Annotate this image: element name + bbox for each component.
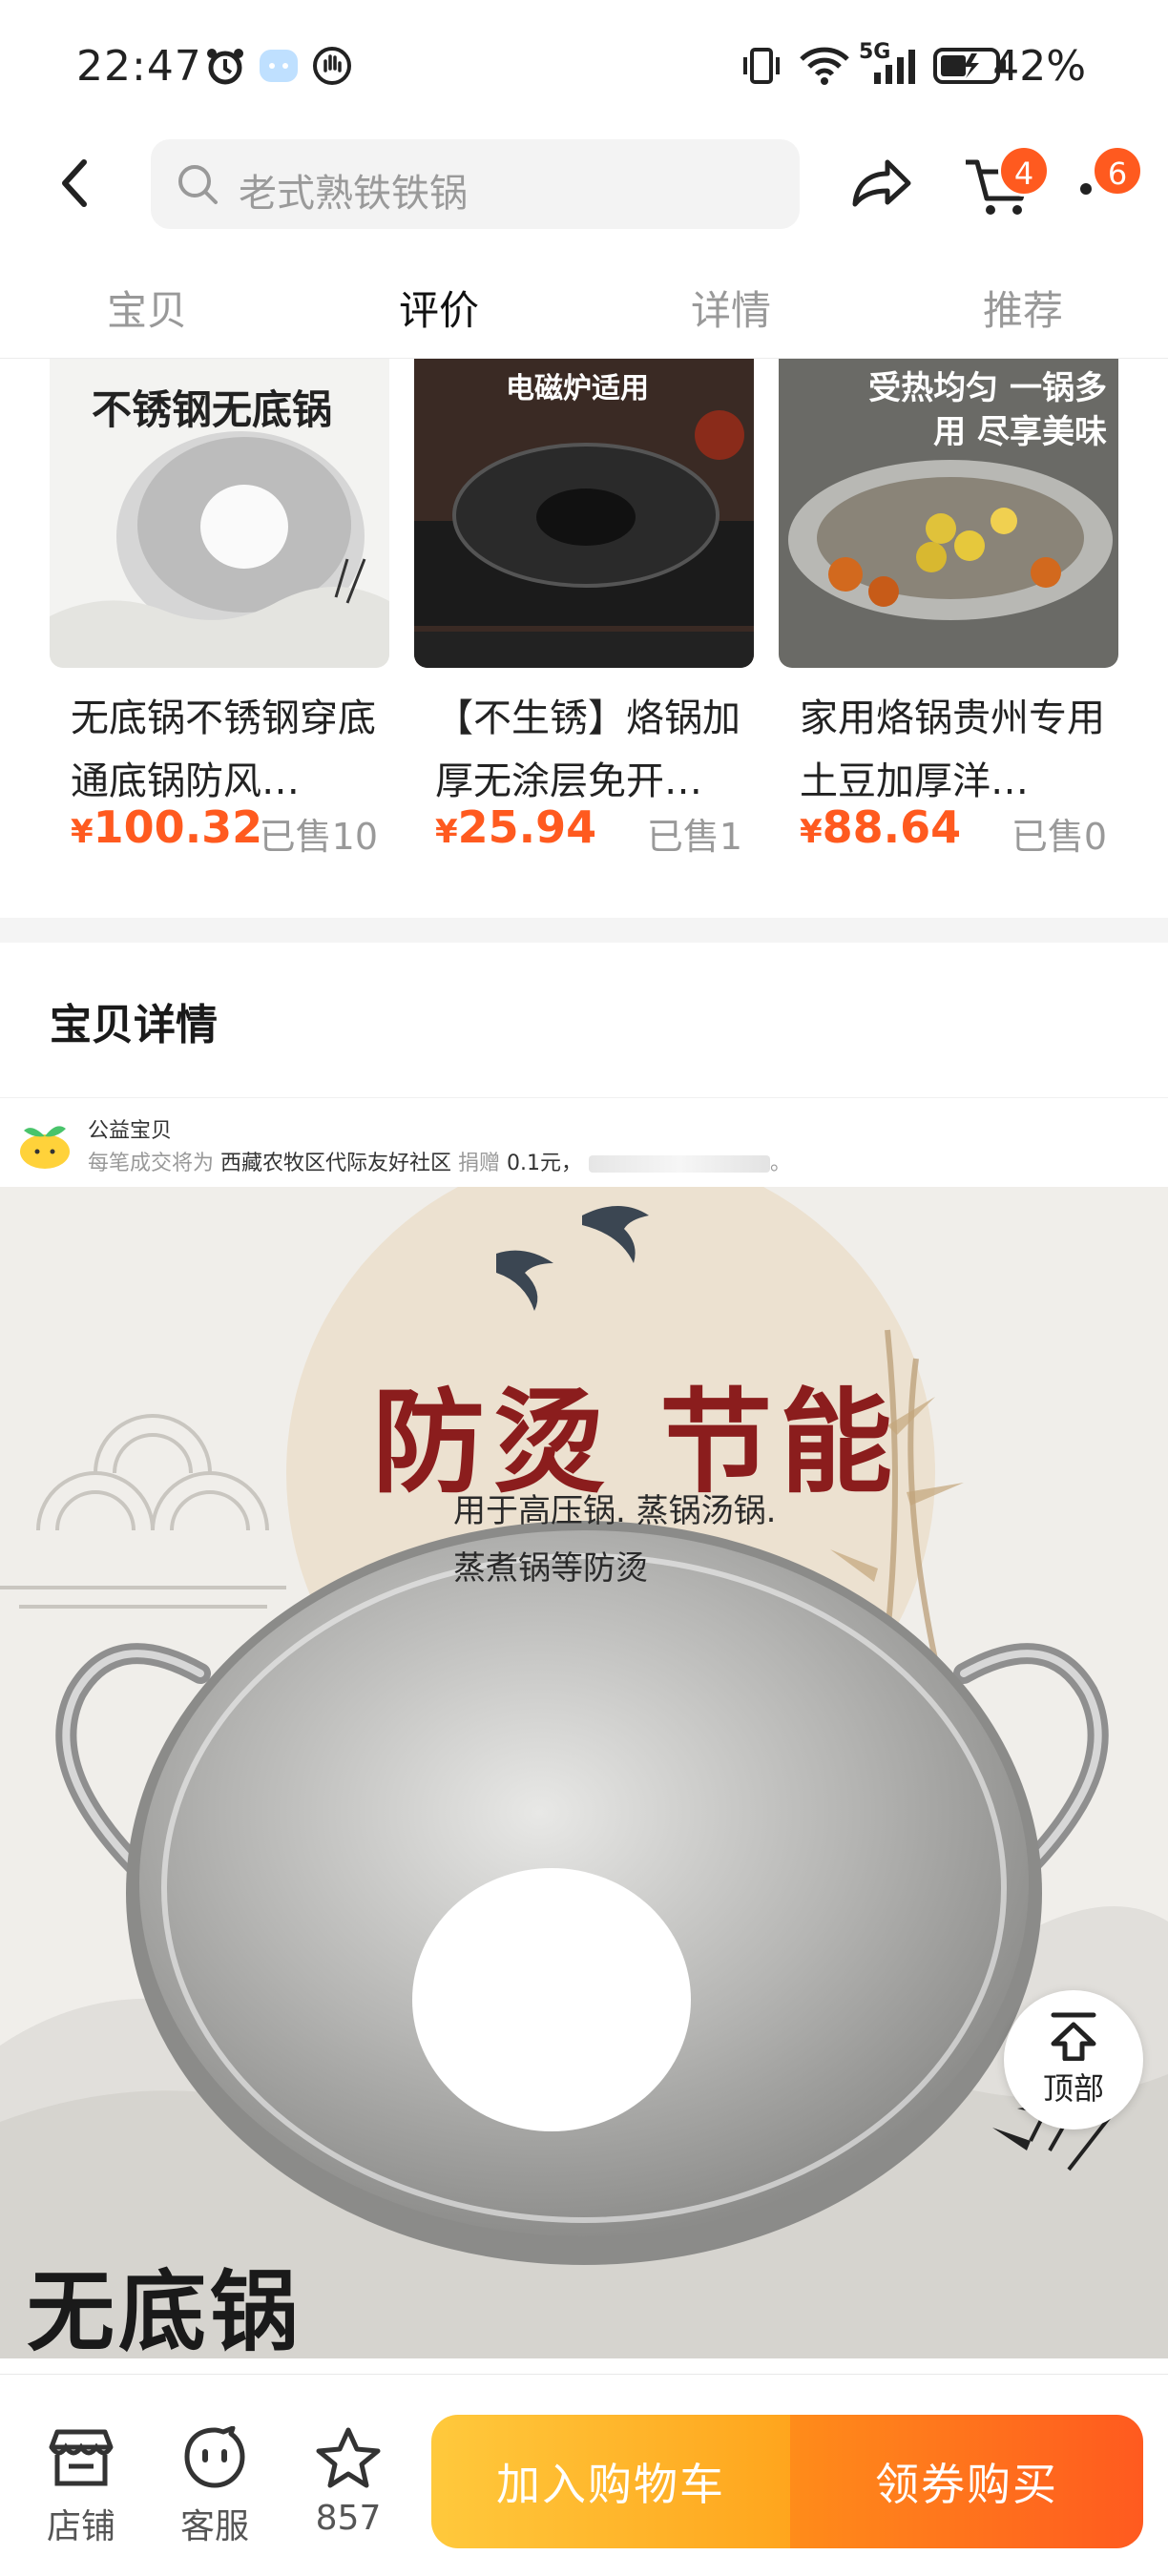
arrow-up-icon <box>1051 2012 1096 2061</box>
product-price: ¥25.94 <box>435 801 597 853</box>
product-title[interactable]: 无底锅不锈钢穿底通底锅防风… <box>71 687 386 813</box>
add-to-cart-button[interactable]: 加入购物车 <box>431 2415 790 2548</box>
product-image-caption: 电磁炉适用 <box>506 372 649 405</box>
top-nav-bar: 老式熟铁铁锅 4 6 <box>0 134 1168 239</box>
back-to-top-label: 顶部 <box>1042 2070 1104 2107</box>
search-placeholder: 老式熟铁铁锅 <box>239 172 468 216</box>
back-to-top-button[interactable]: 顶部 <box>1004 1990 1143 2129</box>
product-image[interactable]: 不锈钢无底锅 <box>50 359 389 668</box>
search-icon <box>178 165 218 204</box>
product-title[interactable]: 家用烙锅贵州专用土豆加厚洋… <box>800 687 1115 813</box>
banner-subline: 用于高压锅. 蒸锅汤锅. <box>453 1492 777 1530</box>
tab-reviews[interactable]: 评价 <box>363 279 515 337</box>
more-menu-icon[interactable] <box>1080 183 1092 195</box>
charity-description: 每笔成交将为 西藏农牧区代际友好社区 捐赠 0.1元， 。 <box>88 1152 792 1175</box>
favorite-button[interactable]: 857 <box>296 2426 401 2538</box>
buy-with-coupon-button[interactable]: 领券购买 <box>790 2415 1143 2548</box>
tab-item[interactable]: 宝贝 <box>71 279 223 337</box>
share-icon[interactable] <box>847 153 914 216</box>
section-divider <box>0 918 1168 943</box>
shop-button[interactable]: 店铺 <box>29 2426 134 2548</box>
product-title[interactable]: 【不生锈】烙锅加厚无涂层免开… <box>435 687 750 813</box>
search-input[interactable]: 老式熟铁铁锅 <box>151 139 800 229</box>
product-image-caption: 不锈钢无底锅 <box>92 386 333 433</box>
product-image-caption: 受热均匀 一锅多用 尽享美味 <box>868 369 1107 451</box>
product-detail-image: 防烫 节能 用于高压锅. 蒸锅汤锅. 蒸煮锅等防烫 无底锅 <box>0 1187 1168 2358</box>
bottom-action-bar: 店铺 客服 857 加入购物车 领券购买 <box>0 2374 1168 2576</box>
product-image[interactable]: 受热均匀 一锅多用 尽享美味 <box>779 359 1118 668</box>
customer-service-button[interactable]: 客服 <box>162 2426 267 2548</box>
alarm-icon <box>207 49 243 85</box>
wifi-icon <box>800 47 849 85</box>
product-sold-count: 已售0 <box>1011 816 1107 858</box>
signal-icon <box>874 50 915 84</box>
battery-percent: 42% <box>992 42 1086 91</box>
banner-brand-text: 无底锅 <box>27 2261 302 2358</box>
product-price: ¥100.32 <box>71 801 263 853</box>
tab-recommend[interactable]: 推荐 <box>947 279 1099 337</box>
section-tabs: 宝贝 评价 详情 推荐 <box>0 258 1168 359</box>
gesture-icon <box>313 47 351 85</box>
vibrate-icon <box>743 48 780 84</box>
assistant-app-icon <box>260 50 298 82</box>
favorites-count: 857 <box>315 2499 382 2538</box>
banner-subline: 蒸煮锅等防烫 <box>453 1549 648 1588</box>
product-image[interactable]: 电磁炉适用 <box>414 359 754 668</box>
tab-details[interactable]: 详情 <box>655 279 807 337</box>
product-sold-count: 已售10 <box>259 816 378 858</box>
status-bar: 22:47 5G 42% <box>0 0 1168 134</box>
product-price: ¥88.64 <box>800 801 962 853</box>
status-time: 22:47 <box>76 42 202 91</box>
customer-service-icon <box>184 2426 245 2488</box>
customer-service-label: 客服 <box>179 2507 249 2546</box>
back-arrow-icon[interactable] <box>48 155 105 212</box>
charity-title: 公益宝贝 <box>88 1119 173 1143</box>
cart-count-badge: 4 <box>998 145 1050 197</box>
detail-section-title: 宝贝详情 <box>50 1001 218 1049</box>
shop-icon <box>49 2429 114 2486</box>
product-sold-count: 已售1 <box>646 816 742 858</box>
charity-sprout-icon <box>20 1126 70 1169</box>
star-icon <box>316 2427 381 2488</box>
charity-banner[interactable]: 公益宝贝 每笔成交将为 西藏农牧区代际友好社区 捐赠 0.1元， 。 <box>0 1097 1168 1187</box>
shop-label: 店铺 <box>46 2507 115 2546</box>
message-count-badge: 6 <box>1092 145 1143 197</box>
